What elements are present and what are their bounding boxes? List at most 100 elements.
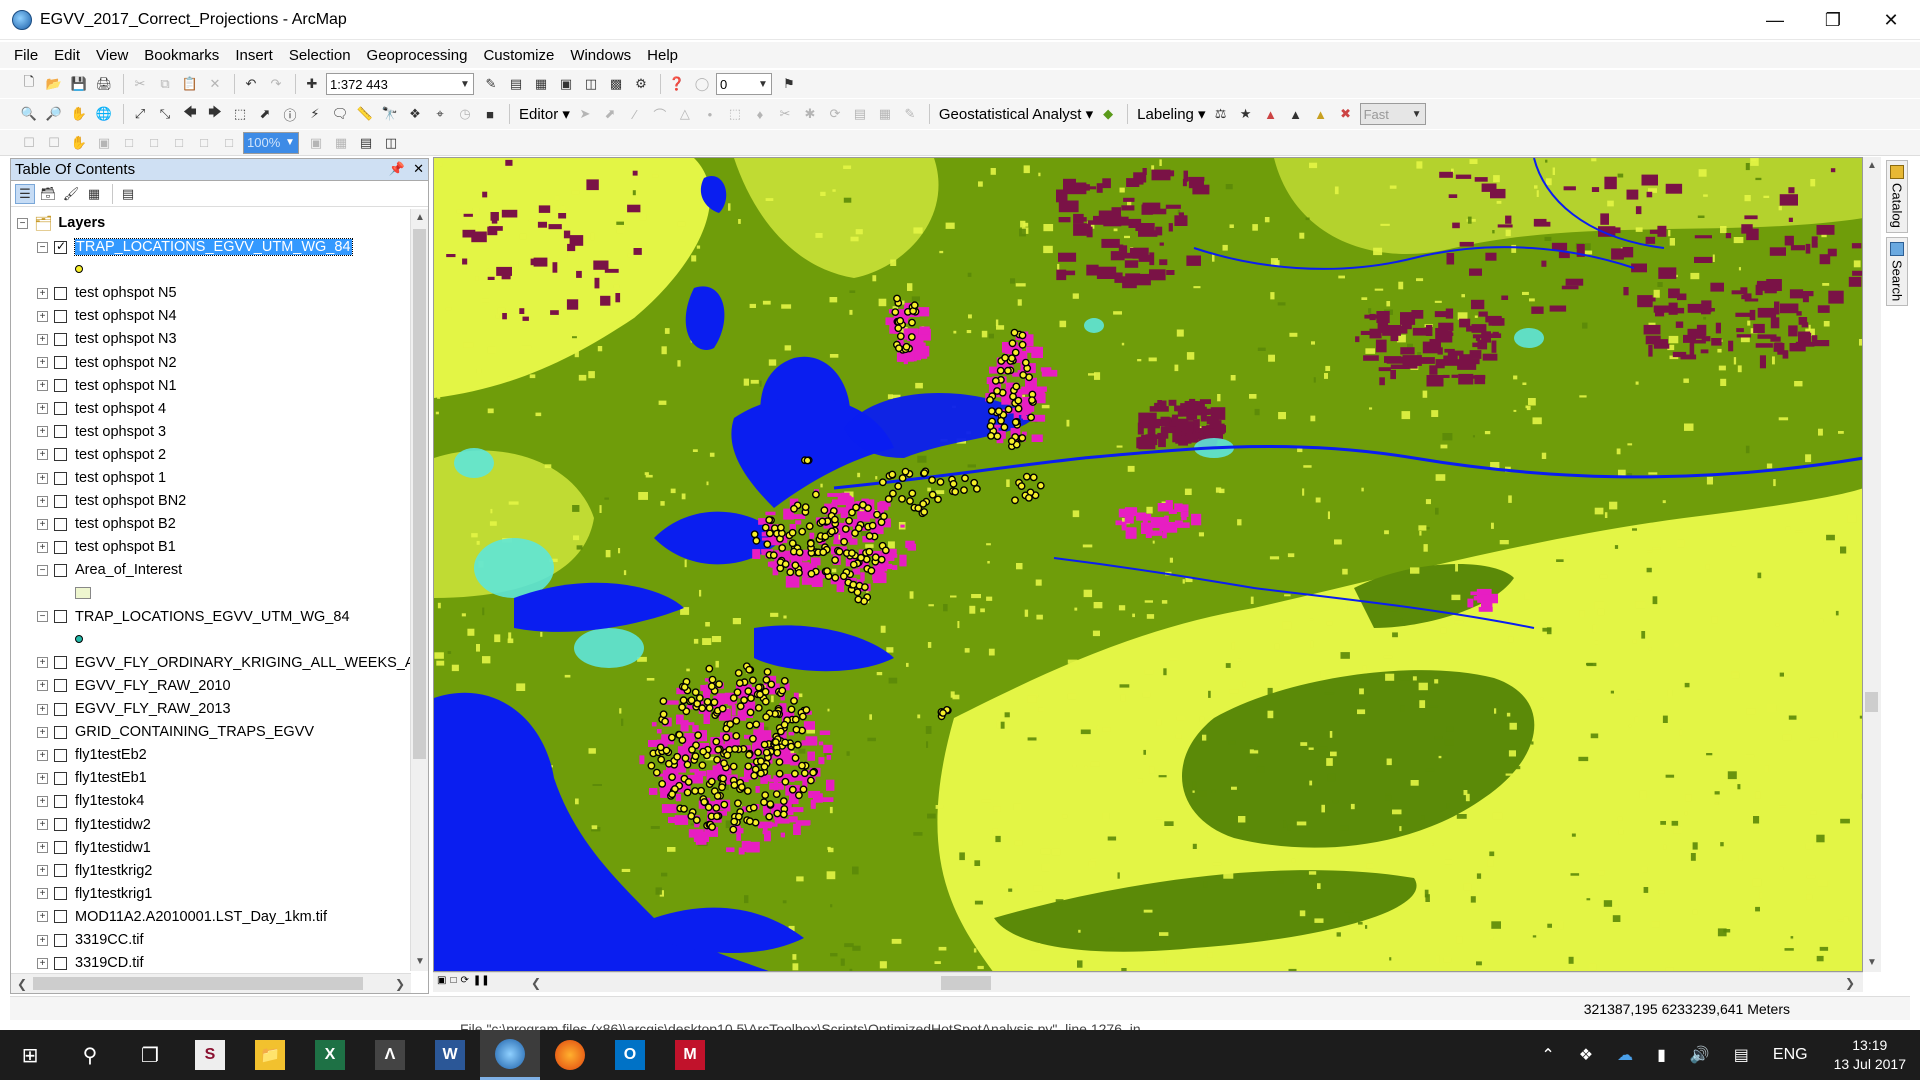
fixed-zoom-out-icon[interactable]: ⤡: [154, 103, 176, 125]
layer-name[interactable]: test ophspot N5: [75, 285, 177, 301]
land-cover-map[interactable]: [434, 158, 1863, 972]
collapse-icon[interactable]: −: [17, 217, 28, 229]
layout-zoom-in-icon[interactable]: ☐: [18, 132, 40, 154]
list-by-visibility-icon[interactable]: 🖌: [61, 184, 81, 204]
layer-name[interactable]: TRAP_LOCATIONS_EGVV_UTM_WG_84: [74, 238, 353, 256]
menu-customize[interactable]: Customize: [483, 47, 554, 64]
scroll-up-icon[interactable]: ▲: [1863, 157, 1881, 175]
layer-visibility-checkbox[interactable]: [54, 332, 67, 346]
open-folder-icon[interactable]: 📂: [43, 73, 65, 95]
new-document-icon[interactable]: 🗋: [18, 73, 40, 95]
zoom-in-icon[interactable]: 🔍: [18, 103, 40, 125]
layout-full-icon[interactable]: ▣: [93, 132, 115, 154]
catalog-window-icon[interactable]: ▦: [530, 73, 552, 95]
layer-row[interactable]: + test ophspot N4: [37, 305, 177, 327]
layout-fixed-zoom-icon[interactable]: □: [118, 132, 140, 154]
layer-name[interactable]: test ophspot BN2: [75, 493, 186, 509]
collapse-icon[interactable]: −: [37, 241, 48, 253]
list-by-source-icon[interactable]: 🗃: [38, 184, 58, 204]
scroll-thumb[interactable]: [33, 977, 363, 990]
scroll-down-icon[interactable]: ▼: [411, 953, 429, 971]
layout-view-icon[interactable]: □: [450, 975, 456, 986]
layer-visibility-checkbox[interactable]: [54, 956, 67, 970]
layer-visibility-checkbox[interactable]: [54, 794, 67, 808]
select-elements-icon[interactable]: ⬈: [254, 103, 276, 125]
layer-name[interactable]: test ophspot B1: [75, 539, 176, 555]
layer-name[interactable]: fly1testidw2: [75, 817, 151, 833]
menu-geoprocessing[interactable]: Geoprocessing: [367, 47, 468, 64]
scroll-down-icon[interactable]: ▼: [1863, 954, 1881, 972]
search-icon[interactable]: ⚲: [60, 1030, 120, 1080]
auto-hide-pin-icon[interactable]: 📌: [389, 161, 405, 177]
layer-name[interactable]: fly1testEb2: [75, 747, 147, 763]
layer-name[interactable]: MOD11A2.A2010001.LST_Day_1km.tif: [75, 909, 327, 925]
map-scale-combo[interactable]: 1:372 443 ▼: [326, 73, 474, 95]
layer-row[interactable]: + GRID_CONTAINING_TRAPS_EGVV: [37, 721, 314, 743]
layer-visibility-checkbox[interactable]: [54, 725, 67, 739]
layer-row[interactable]: + fly1testkrig2: [37, 860, 152, 882]
layer-visibility-checkbox[interactable]: [54, 356, 67, 369]
collapse-icon[interactable]: −: [37, 611, 48, 623]
layer-row[interactable]: + test ophspot B1: [37, 536, 176, 558]
attributes-icon[interactable]: ▤: [849, 103, 871, 125]
taskbar-arctoolbox[interactable]: Λ: [360, 1030, 420, 1080]
taskbar-mendeley[interactable]: M: [660, 1030, 720, 1080]
html-popup-icon[interactable]: 🗨: [329, 103, 351, 125]
layer-name[interactable]: fly1testkrig1: [75, 886, 152, 902]
taskbar-word[interactable]: W: [420, 1030, 480, 1080]
layer-name[interactable]: test ophspot N1: [75, 378, 177, 394]
layer-row[interactable]: −TRAP_LOCATIONS_EGVV_UTM_WG_84: [37, 606, 350, 628]
expand-icon[interactable]: +: [37, 541, 48, 553]
expand-icon[interactable]: +: [37, 357, 48, 368]
find-icon[interactable]: 🔭: [379, 103, 401, 125]
select-features-icon[interactable]: ⬚: [229, 103, 251, 125]
expand-icon[interactable]: +: [37, 472, 48, 484]
map-horizontal-scrollbar[interactable]: ▣ □ ⟳ ❚❚ ❮ ❯: [433, 972, 1863, 992]
layer-visibility-checkbox[interactable]: [54, 933, 67, 947]
whats-this-icon[interactable]: ◯: [691, 73, 713, 95]
layer-row[interactable]: + fly1testidw2: [37, 814, 151, 836]
undo-icon[interactable]: ↶: [240, 73, 262, 95]
flag-icon[interactable]: ⚑: [778, 73, 800, 95]
expand-icon[interactable]: +: [37, 449, 48, 461]
expand-icon[interactable]: +: [37, 934, 48, 946]
close-button[interactable]: ✕: [1862, 0, 1920, 40]
label-priority-icon[interactable]: ▲: [1310, 103, 1332, 125]
create-features-icon[interactable]: ✎: [899, 103, 921, 125]
layer-name[interactable]: fly1testkrig2: [75, 863, 152, 879]
pause-drawing-icon[interactable]: ❚❚: [473, 975, 490, 986]
full-extent-icon[interactable]: 🌐: [93, 103, 115, 125]
scroll-right-icon[interactable]: ❯: [1845, 973, 1855, 993]
layer-combo[interactable]: 0 ▼: [716, 73, 772, 95]
pause-labeling-icon[interactable]: ▲: [1260, 103, 1282, 125]
layer-visibility-checkbox[interactable]: [54, 239, 67, 254]
identify-icon[interactable]: ⓘ: [279, 103, 301, 125]
restore-button[interactable]: ❐: [1804, 0, 1862, 40]
layer-symbol[interactable]: [75, 585, 91, 601]
geostatistical-wizard-icon[interactable]: ◆: [1097, 103, 1119, 125]
arctoolbox-icon[interactable]: ◫: [580, 73, 602, 95]
sketch-properties-icon[interactable]: ▦: [874, 103, 896, 125]
layer-name[interactable]: Area_of_Interest: [75, 562, 182, 578]
zoom-out-icon[interactable]: 🔎: [43, 103, 65, 125]
layer-name[interactable]: test ophspot 4: [75, 401, 166, 417]
change-layout-icon[interactable]: ▤: [355, 132, 377, 154]
menu-file[interactable]: File: [14, 47, 38, 64]
onedrive-cloud-icon[interactable]: ☁: [1617, 1045, 1633, 1065]
endpoint-arc-icon[interactable]: ⌒: [649, 103, 671, 125]
clock[interactable]: 13:19 13 Jul 2017: [1834, 1036, 1906, 1074]
notifications-icon[interactable]: ▤: [1734, 1045, 1749, 1065]
scroll-right-icon[interactable]: ❯: [391, 974, 409, 994]
map-vertical-scrollbar[interactable]: ▲ ▼: [1863, 157, 1881, 972]
taskbar-app-s[interactable]: S: [180, 1030, 240, 1080]
split-icon[interactable]: ✱: [799, 103, 821, 125]
layout-forward-icon[interactable]: □: [193, 132, 215, 154]
measure-icon[interactable]: 📏: [354, 103, 376, 125]
layer-row[interactable]: + test ophspot BN2: [37, 490, 186, 512]
layer-name[interactable]: EGVV_FLY_RAW_2010: [75, 678, 231, 694]
menu-windows[interactable]: Windows: [570, 47, 631, 64]
layer-visibility-checkbox[interactable]: [54, 910, 67, 924]
layer-name[interactable]: 3319CD.tif: [75, 955, 144, 971]
data-driven-pages-icon[interactable]: ◫: [380, 132, 402, 154]
expand-icon[interactable]: +: [37, 795, 48, 807]
